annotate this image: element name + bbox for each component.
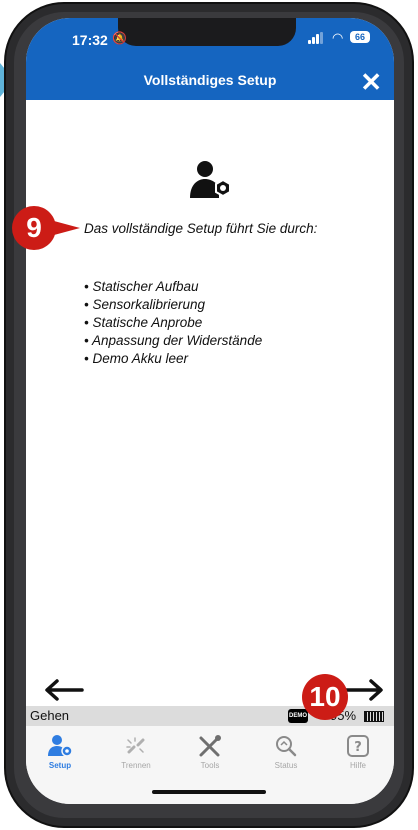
list-item: • Sensorkalibrierung	[84, 297, 206, 312]
list-item: • Statischer Aufbau	[84, 279, 199, 294]
device-battery-icon	[364, 711, 384, 722]
tab-label: Trennen	[121, 761, 151, 770]
user-gear-icon	[48, 735, 73, 757]
list-item: • Anpassung der Widerstände	[84, 333, 263, 348]
signal-icon	[308, 32, 324, 44]
home-indicator	[152, 790, 266, 794]
next-arrow-icon[interactable]	[342, 678, 386, 702]
unlink-icon	[126, 737, 145, 754]
user-gear-icon	[190, 161, 231, 198]
setup-intro-text: Das vollständige Setup führt Sie durch:	[84, 221, 318, 236]
close-button[interactable]: ✕	[360, 67, 382, 97]
phone-battery: 66	[350, 31, 370, 43]
nav-bar: Vollständiges Setup ✕	[26, 64, 394, 100]
page-title: Vollständiges Setup	[143, 72, 277, 88]
tab-tools[interactable]: Tools	[180, 734, 240, 770]
status-search-icon	[276, 736, 297, 757]
tab-label: Tools	[200, 761, 220, 770]
setup-steps-list: • Statischer Aufbau • Sensorkalibrierung…	[84, 278, 262, 368]
help-icon: ?	[347, 735, 369, 757]
mode-label: Gehen	[30, 708, 70, 723]
demo-badge: DEMO	[288, 709, 308, 723]
callout-badge-9: 9	[12, 206, 56, 250]
tab-label: Status	[274, 761, 298, 770]
status-time: 17:32	[72, 32, 108, 48]
tools-icon	[199, 735, 221, 757]
status-bar: 17:32 🔕 ◠ 66	[26, 18, 394, 64]
back-arrow-icon[interactable]	[42, 678, 86, 702]
tab-hilfe[interactable]: ? Hilfe	[328, 734, 388, 770]
svg-text:?: ?	[354, 740, 362, 755]
list-item: • Demo Akku leer	[84, 351, 189, 366]
callout-badge-10: 10	[302, 674, 348, 720]
notch	[118, 18, 296, 46]
silent-bell-icon: 🔕	[112, 31, 127, 45]
tab-setup[interactable]: Setup	[30, 734, 90, 770]
content-area: Das vollständige Setup führt Sie durch: …	[26, 100, 394, 706]
callout-9-pointer	[54, 221, 80, 235]
list-item: • Statische Anprobe	[84, 315, 203, 330]
tab-status[interactable]: Status	[256, 734, 316, 770]
tab-label: Setup	[48, 761, 72, 770]
tab-trennen[interactable]: Trennen	[106, 734, 166, 770]
tab-label: Hilfe	[349, 761, 366, 770]
wifi-icon: ◠	[332, 30, 344, 45]
